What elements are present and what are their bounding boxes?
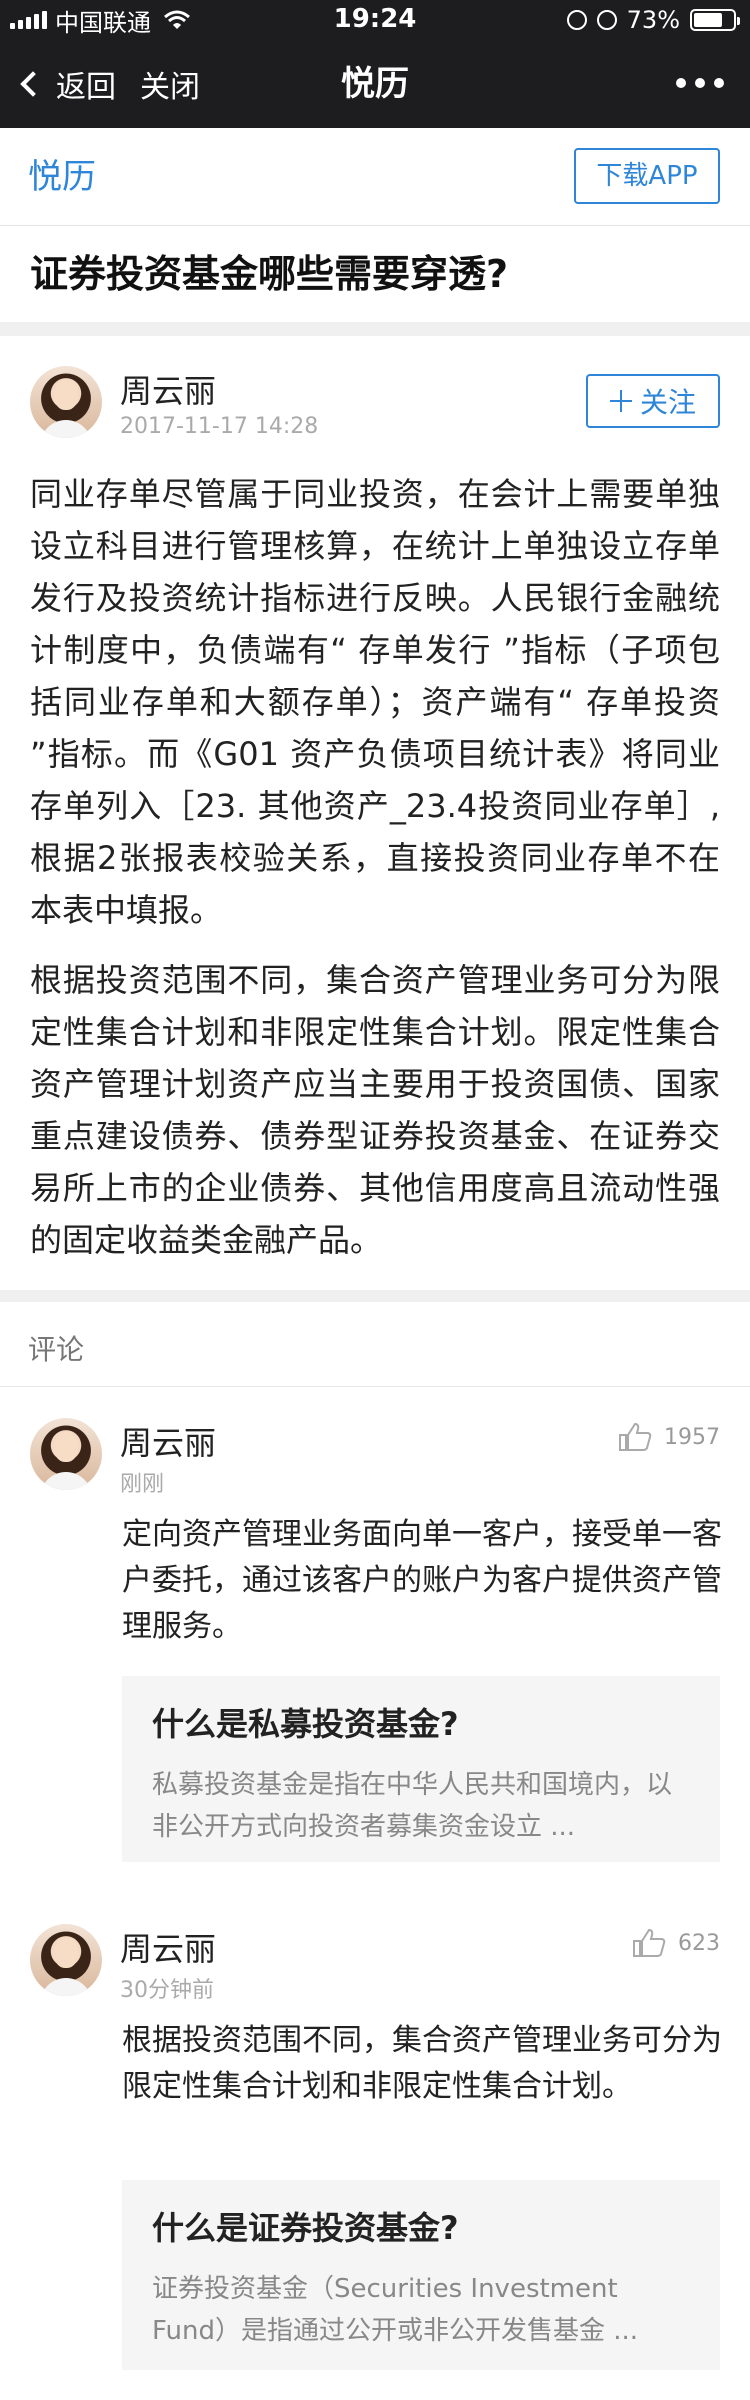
follow-label: 关注 xyxy=(639,386,696,419)
app-banner: 悦历 下载APP xyxy=(0,128,750,226)
battery-icon xyxy=(690,9,740,31)
comment-text: 定向资产管理业务面向单一客户，接受单一客户委托，通过该客户的账户为客户提供资产管… xyxy=(122,1517,722,1644)
comment-time: 30分钟前 xyxy=(120,1978,214,2003)
card-title: 什么是私募投资基金? xyxy=(152,1705,459,1743)
card-description: 私募投资基金是指在中华人民共和国境内，以非公开方式向投资者募集资金设立 ... xyxy=(152,1770,673,1842)
comment-avatar[interactable] xyxy=(30,1418,102,1490)
thumbs-up-icon xyxy=(633,1928,666,1957)
comments-heading: 评论 xyxy=(28,1333,85,1366)
section-divider xyxy=(0,1290,750,1302)
like-button[interactable]: 623 xyxy=(632,1928,720,1958)
download-app-button[interactable]: 下载APP xyxy=(574,148,720,204)
more-icon[interactable] xyxy=(676,78,724,88)
comment-text: 根据投资范围不同，集合资产管理业务可分为限定性集合计划和非限定性集合计划。 xyxy=(122,2023,722,2104)
battery-level xyxy=(694,13,722,27)
comment-time: 刚刚 xyxy=(120,1472,165,1497)
comment-author[interactable]: 周云丽 xyxy=(120,1924,216,1970)
chevron-left-icon[interactable] xyxy=(20,71,46,97)
card-title: 什么是证券投资基金? xyxy=(152,2209,459,2247)
card-description: 证券投资基金（Securities Investment Fund）是指通过公开… xyxy=(152,2274,639,2346)
comment-author[interactable]: 周云丽 xyxy=(120,1418,216,1464)
author-name[interactable]: 周云丽 xyxy=(120,366,216,412)
status-right: 73% xyxy=(566,6,740,34)
alarm-icon xyxy=(596,10,617,30)
plus-icon xyxy=(609,390,632,412)
close-button[interactable]: 关闭 xyxy=(140,62,200,106)
section-divider xyxy=(0,322,750,336)
comment-avatar[interactable] xyxy=(30,1924,102,1996)
article-title: 证券投资基金哪些需要穿透? xyxy=(30,252,509,296)
status-bar: 中国联通 19:24 73% xyxy=(0,0,750,40)
article-time: 2017-11-17 14:28 xyxy=(120,414,319,439)
nav-left: 返回 关闭 xyxy=(18,40,200,128)
article-paragraph: 根据投资范围不同，集合资产管理业务可分为限定性集合计划和非限定性集合计划。限定性… xyxy=(30,961,720,1259)
orientation-lock-icon xyxy=(566,10,587,30)
nav-bar: 返回 关闭 悦历 xyxy=(0,40,750,128)
app-name[interactable]: 悦历 xyxy=(28,128,96,226)
like-count: 1957 xyxy=(664,1424,720,1450)
follow-button[interactable]: 关注 xyxy=(586,374,720,428)
battery-percent: 73% xyxy=(626,6,680,34)
comments-divider xyxy=(0,1386,750,1387)
linked-question-card[interactable]: 什么是私募投资基金? 私募投资基金是指在中华人民共和国境内，以非公开方式向投资者… xyxy=(122,1676,720,1862)
linked-question-card[interactable]: 什么是证券投资基金? 证券投资基金（Securities Investment … xyxy=(122,2180,720,2370)
author-avatar[interactable] xyxy=(30,366,102,438)
thumbs-up-icon xyxy=(619,1422,652,1451)
like-button[interactable]: 1957 xyxy=(618,1422,720,1452)
like-count: 623 xyxy=(678,1930,720,1956)
back-button[interactable]: 返回 xyxy=(56,62,116,106)
article-paragraph: 同业存单尽管属于同业投资，在会计上需要单独设立科目进行管理核算，在统计上单独设立… xyxy=(30,475,720,929)
